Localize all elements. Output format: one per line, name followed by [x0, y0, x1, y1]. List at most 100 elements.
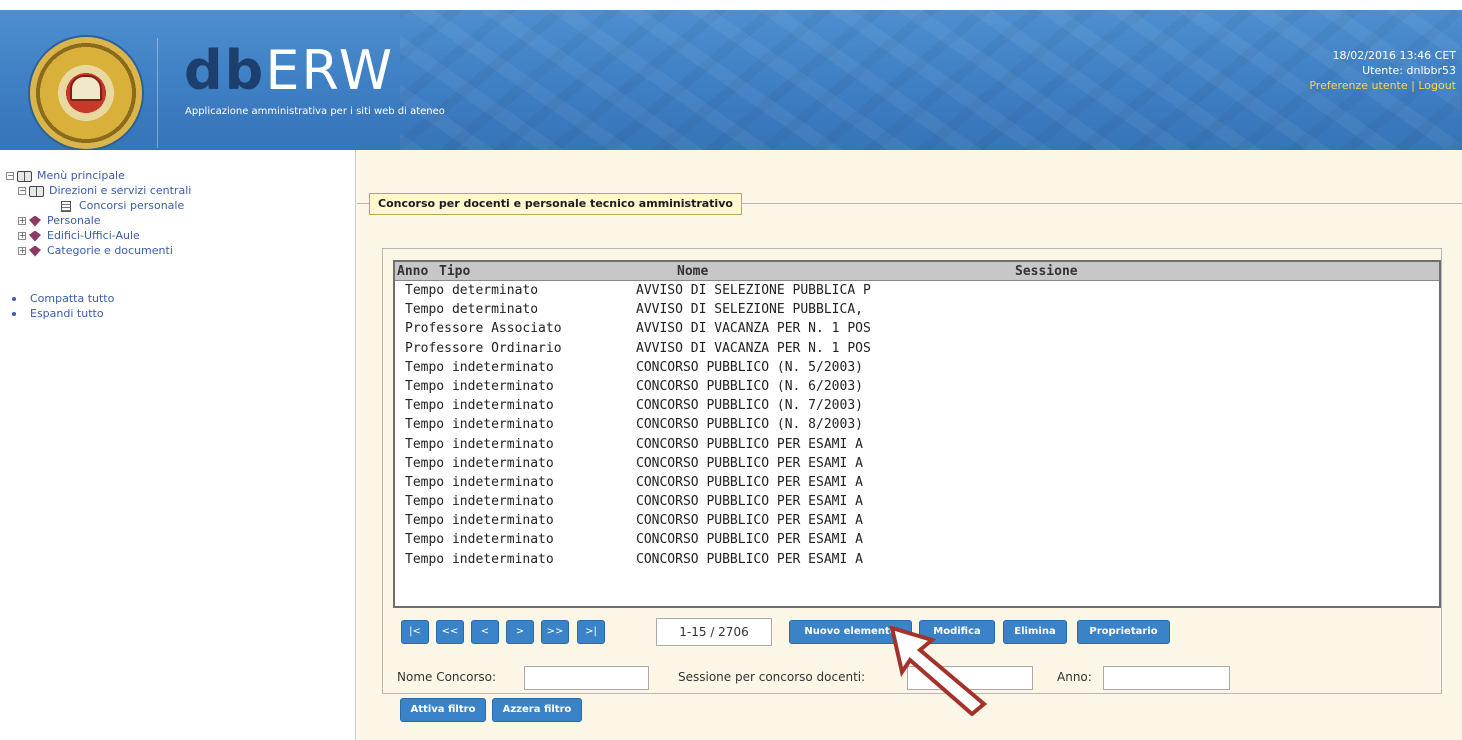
column-header-anno[interactable]: Anno — [397, 262, 428, 281]
cell-nome: CONCORSO PUBBLICO PER ESAMI A — [636, 474, 863, 490]
cell-tipo: Tempo indeterminato — [405, 494, 554, 510]
column-header-sessione[interactable]: Sessione — [1015, 262, 1078, 281]
table-row[interactable]: Tempo indeterminato CONCORSO PUBBLICO (N.… — [395, 396, 1439, 415]
tree-actions: Compatta tutto Espandi tutto — [12, 291, 114, 321]
header-divider — [157, 38, 158, 148]
owner-button[interactable]: Proprietario — [1077, 620, 1170, 644]
app-header: dbERW Applicazione amministrativa per i … — [0, 10, 1462, 150]
table-row[interactable]: Tempo indeterminato CONCORSO PUBBLICO PER… — [395, 435, 1439, 454]
table-body: Tempo determinato AVVISO DI SELEZIONE PUB… — [395, 281, 1439, 569]
category-icon — [29, 230, 41, 242]
prev-block-button[interactable]: << — [436, 620, 464, 644]
sessione-label: Sessione per concorso docenti: — [678, 670, 866, 684]
prev-page-button[interactable]: < — [471, 620, 499, 644]
table-row[interactable]: Professore Associato AVVISO DI VACANZA PE… — [395, 319, 1439, 338]
tree-item-categorie[interactable]: + Categorie e documenti — [6, 243, 191, 258]
table-row[interactable]: Tempo indeterminato CONCORSO PUBBLICO PER… — [395, 492, 1439, 511]
table-row[interactable]: Tempo indeterminato CONCORSO PUBBLICO PER… — [395, 511, 1439, 530]
cell-nome: CONCORSO PUBBLICO (N. 8/2003) — [636, 417, 863, 433]
reset-filter-button[interactable]: Azzera filtro — [492, 698, 582, 722]
cell-nome: CONCORSO PUBBLICO PER ESAMI A — [636, 551, 863, 567]
table-header: Anno Tipo Nome Sessione — [395, 262, 1439, 281]
table-row[interactable]: Tempo determinato AVVISO DI SELEZIONE PUB… — [395, 300, 1439, 319]
cell-tipo: Tempo indeterminato — [405, 436, 554, 452]
table-row[interactable]: Tempo indeterminato CONCORSO PUBBLICO (N.… — [395, 415, 1439, 434]
last-page-button[interactable]: >| — [577, 620, 605, 644]
first-page-button[interactable]: |< — [401, 620, 429, 644]
table-row[interactable]: Tempo indeterminato CONCORSO PUBBLICO PER… — [395, 550, 1439, 569]
book-icon — [29, 185, 44, 197]
cell-nome: CONCORSO PUBBLICO PER ESAMI A — [636, 436, 863, 452]
records-table: Anno Tipo Nome Sessione Tempo determinat… — [393, 260, 1441, 608]
cell-tipo: Tempo determinato — [405, 302, 539, 318]
expand-icon[interactable]: + — [18, 217, 26, 225]
cell-tipo: Tempo indeterminato — [405, 532, 554, 548]
expand-icon[interactable]: + — [18, 247, 26, 255]
cell-tipo: Professore Associato — [405, 321, 562, 337]
category-icon — [29, 245, 41, 257]
table-row[interactable]: Tempo indeterminato CONCORSO PUBBLICO PER… — [395, 530, 1439, 549]
menu-tree: − Menù principale − Direzioni e servizi ce… — [6, 168, 191, 258]
table-row[interactable]: Tempo indeterminato CONCORSO PUBBLICO PER… — [395, 473, 1439, 492]
apply-filter-button[interactable]: Attiva filtro — [400, 698, 486, 722]
expand-icon[interactable]: + — [18, 232, 26, 240]
anno-label: Anno: — [1057, 670, 1092, 684]
cell-tipo: Tempo determinato — [405, 283, 539, 298]
cell-nome: CONCORSO PUBBLICO PER ESAMI A — [636, 532, 863, 548]
next-page-button[interactable]: > — [506, 620, 534, 644]
app-subtitle: Applicazione amministrativa per i siti w… — [185, 106, 445, 117]
cell-nome: CONCORSO PUBBLICO PER ESAMI A — [636, 494, 863, 510]
next-block-button[interactable]: >> — [541, 620, 569, 644]
cell-tipo: Tempo indeterminato — [405, 398, 554, 414]
table-row[interactable]: Tempo indeterminato CONCORSO PUBBLICO (N.… — [395, 358, 1439, 377]
cell-tipo: Tempo indeterminato — [405, 359, 554, 375]
session-info: 18/02/2016 13:46 CET Utente: dnlbbr53 Pr… — [1309, 48, 1456, 93]
sidebar: − Menù principale − Direzioni e servizi ce… — [0, 150, 356, 740]
cell-tipo: Tempo indeterminato — [405, 378, 554, 394]
column-header-tipo[interactable]: Tipo — [439, 262, 470, 281]
document-icon — [61, 200, 71, 212]
anno-input[interactable] — [1103, 666, 1230, 690]
cell-nome: CONCORSO PUBBLICO (N. 6/2003) — [636, 378, 863, 394]
cell-tipo: Tempo indeterminato — [405, 455, 554, 471]
nome-concorso-label: Nome Concorso: — [397, 670, 497, 684]
cell-nome: AVVISO DI SELEZIONE PUBBLICA P — [636, 283, 871, 298]
collapse-icon[interactable]: − — [18, 187, 26, 195]
book-icon — [17, 170, 32, 182]
university-seal-logo — [30, 37, 142, 149]
cell-nome: CONCORSO PUBBLICO (N. 5/2003) — [636, 359, 863, 375]
expand-all-link[interactable]: Espandi tutto — [12, 306, 114, 321]
user-name: Utente: dnlbbr53 — [1362, 64, 1456, 77]
user-links[interactable]: Preferenze utente | Logout — [1309, 78, 1456, 93]
cell-nome: AVVISO DI SELEZIONE PUBBLICA, — [636, 302, 863, 318]
delete-button[interactable]: Elimina — [1003, 620, 1067, 644]
tree-item-concorsi-personale[interactable]: Concorsi personale — [6, 198, 191, 213]
column-header-nome[interactable]: Nome — [677, 262, 708, 281]
tree-item-direzioni[interactable]: − Direzioni e servizi centrali — [6, 183, 191, 198]
cell-tipo: Tempo indeterminato — [405, 474, 554, 490]
cell-tipo: Tempo indeterminato — [405, 551, 554, 567]
record-count: 1-15 / 2706 — [656, 618, 772, 646]
header-pattern — [400, 10, 1460, 150]
tree-item-menu-principale[interactable]: − Menù principale — [6, 168, 191, 183]
category-icon — [29, 215, 41, 227]
tree-item-edifici[interactable]: + Edifici-Uffici-Aule — [6, 228, 191, 243]
cell-tipo: Tempo indeterminato — [405, 417, 554, 433]
collapse-all-link[interactable]: Compatta tutto — [12, 291, 114, 306]
section-title: Concorso per docenti e personale tecnico… — [369, 193, 742, 215]
table-row[interactable]: Tempo indeterminato CONCORSO PUBBLICO PER… — [395, 454, 1439, 473]
tree-item-personale[interactable]: + Personale — [6, 213, 191, 228]
cell-nome: CONCORSO PUBBLICO PER ESAMI A — [636, 513, 863, 529]
collapse-icon[interactable]: − — [6, 172, 14, 180]
cell-nome: CONCORSO PUBBLICO PER ESAMI A — [636, 455, 863, 471]
cell-nome: AVVISO DI VACANZA PER N. 1 POS — [636, 340, 871, 356]
nome-concorso-input[interactable] — [524, 666, 649, 690]
cell-tipo: Professore Ordinario — [405, 340, 562, 356]
table-row[interactable]: Tempo indeterminato CONCORSO PUBBLICO (N.… — [395, 377, 1439, 396]
app-title: dbERW — [184, 39, 395, 102]
cell-tipo: Tempo indeterminato — [405, 513, 554, 529]
table-row[interactable]: Tempo determinato AVVISO DI SELEZIONE PUB… — [395, 281, 1439, 300]
table-row[interactable]: Professore Ordinario AVVISO DI VACANZA PE… — [395, 339, 1439, 358]
cell-nome: AVVISO DI VACANZA PER N. 1 POS — [636, 321, 871, 337]
annotation-arrow-icon — [889, 626, 988, 716]
